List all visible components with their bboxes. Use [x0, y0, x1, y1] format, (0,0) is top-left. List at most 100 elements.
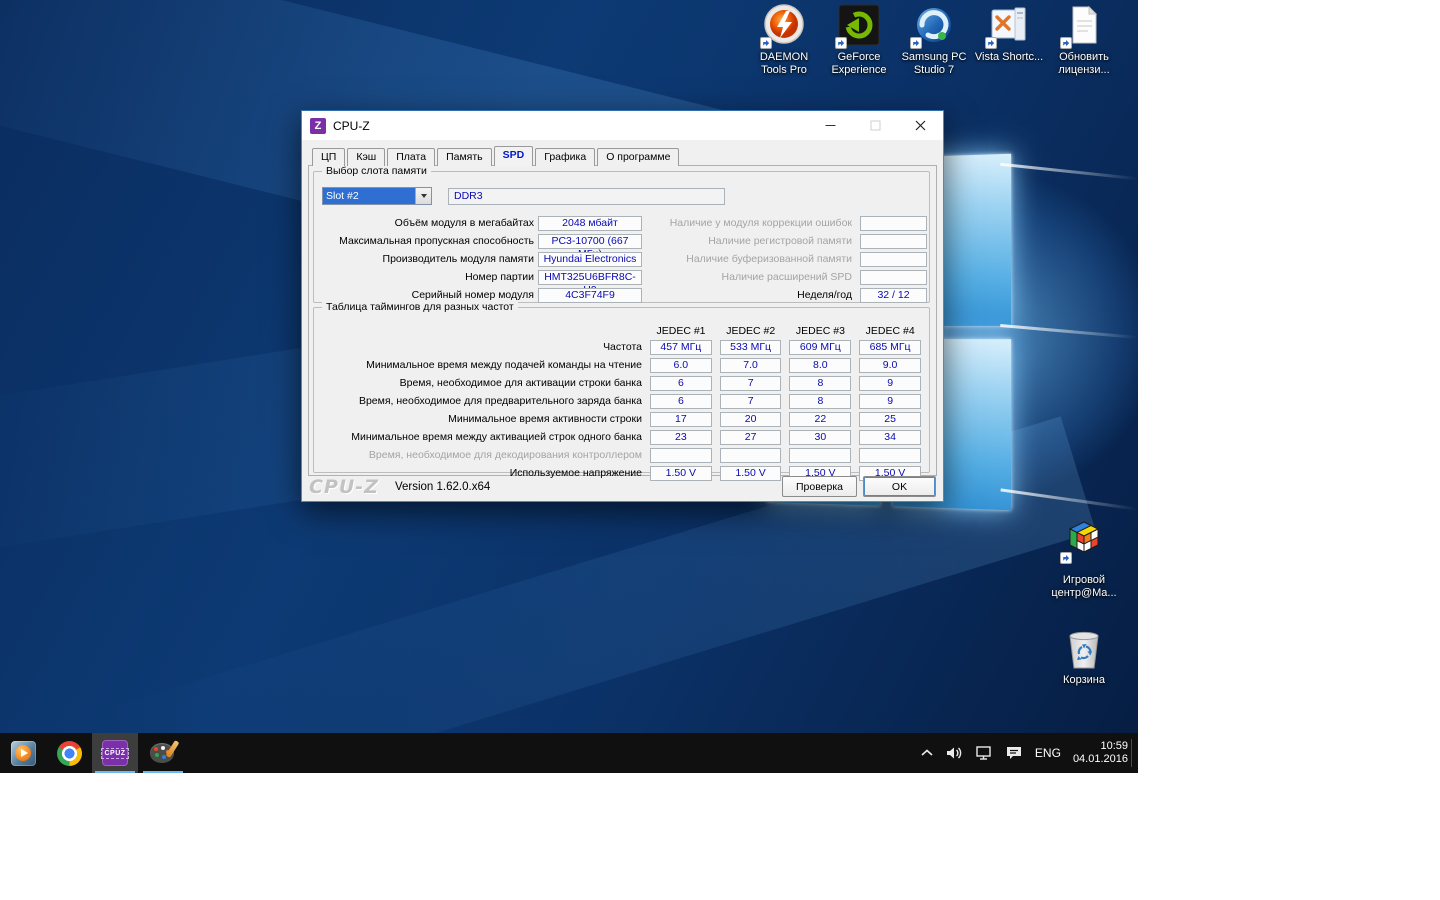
cell: 6	[650, 376, 712, 391]
column-header: JEDEC #3	[790, 325, 852, 337]
timings-groupbox: Таблица таймингов для разных частот JEDE…	[313, 307, 930, 473]
cell: 20	[720, 412, 782, 427]
timings-header-row: JEDEC #1 JEDEC #2 JEDEC #3 JEDEC #4	[322, 324, 921, 338]
module-info-rows: Объём модуля в мегабайтах 2048 мбайт Нал…	[322, 214, 925, 304]
timings-row-rp: Время, необходимое для предварительного …	[322, 392, 921, 410]
desktop-icon-label: GeForce Experience	[822, 51, 896, 77]
timings-row-cr: Время, необходимое для декодирования кон…	[322, 446, 921, 464]
maximize-button	[853, 111, 898, 140]
row-label: Минимальное время между подачей команды …	[322, 359, 642, 371]
network-icon[interactable]	[976, 746, 994, 760]
language-indicator[interactable]: ENG	[1035, 746, 1061, 760]
vista-shortcut-icon	[987, 3, 1031, 47]
taskbar: CPUZ	[0, 733, 1138, 773]
tab-about[interactable]: О программе	[597, 148, 679, 166]
shortcut-arrow-icon	[910, 37, 922, 49]
cell: 22	[789, 412, 851, 427]
desktop-icon-game-center[interactable]: Игровой центр@Ma...	[1040, 520, 1128, 600]
timings-row-rc: Минимальное время между активацией строк…	[322, 428, 921, 446]
tab-spd[interactable]: SPD	[494, 146, 534, 166]
desktop-icon-recycle-bin[interactable]: Корзина	[1047, 626, 1121, 687]
desktop-icon-samsung-pc-studio[interactable]: Samsung PC Studio 7	[897, 3, 971, 77]
desktop-icon-geforce-experience[interactable]: GeForce Experience	[822, 3, 896, 77]
cell-empty	[859, 448, 921, 463]
taskbar-media-player-button[interactable]	[0, 733, 46, 773]
tab-cache[interactable]: Кэш	[347, 148, 385, 166]
ok-button[interactable]: OK	[863, 476, 936, 497]
row-label: Время, необходимое для предварительного …	[322, 395, 642, 407]
cell: 6.0	[650, 358, 712, 373]
taskbar-paint-button[interactable]	[140, 733, 186, 773]
memory-slot-groupbox: Выбор слота памяти Slot #2 DDR3 Объём мо…	[313, 171, 930, 303]
flag-value	[860, 252, 927, 267]
module-row: Объём модуля в мегабайтах 2048 мбайт Нал…	[322, 214, 925, 232]
validate-button[interactable]: Проверка	[782, 476, 857, 497]
cell: 27	[720, 430, 782, 445]
desktop-icon-vista-shortcut[interactable]: Vista Shortc...	[972, 3, 1046, 64]
combobox-dropdown-button[interactable]	[415, 188, 431, 204]
cell: 6	[650, 394, 712, 409]
taskbar-cpuz-button[interactable]: CPUZ	[92, 733, 138, 773]
hidden-icons-chevron-icon[interactable]	[920, 748, 934, 758]
shortcut-arrow-icon	[985, 37, 997, 49]
chevron-down-icon	[421, 194, 427, 198]
module-row: Номер партии HMT325U6BFR8C-H9 Наличие ра…	[322, 268, 925, 286]
close-button[interactable]	[898, 111, 943, 140]
cell-empty	[789, 448, 851, 463]
desktop-icon-label: DAEMON Tools Pro	[747, 51, 821, 77]
version-label: Version 1.62.0.x64	[395, 481, 490, 493]
slot-select-value: Slot #2	[323, 188, 415, 204]
cell: 533 МГц	[720, 340, 782, 355]
desktop-icon-daemon-tools[interactable]: DAEMON Tools Pro	[747, 3, 821, 77]
tray-date: 04.01.2016	[1073, 753, 1128, 766]
module-row: Производитель модуля памяти Hyundai Elec…	[322, 250, 925, 268]
tab-memory[interactable]: Память	[437, 148, 492, 166]
show-desktop-divider[interactable]	[1131, 739, 1132, 767]
slot-select-combobox[interactable]: Slot #2	[322, 187, 432, 205]
taskbar-chrome-button[interactable]	[46, 733, 92, 773]
cell: 457 МГц	[650, 340, 712, 355]
column-header: JEDEC #1	[650, 325, 712, 337]
cpuz-logo: CPU-Z	[309, 476, 379, 498]
row-label: Минимальное время активности строки	[322, 413, 642, 425]
running-indicator	[95, 771, 135, 773]
cell: 17	[650, 412, 712, 427]
samsung-pc-studio-icon	[912, 3, 956, 47]
desktop-icon-label: Samsung PC Studio 7	[897, 51, 971, 77]
recycle-bin-icon	[1062, 626, 1106, 670]
window-title: CPU-Z	[333, 119, 370, 133]
tab-mainboard[interactable]: Плата	[387, 148, 435, 166]
action-center-icon[interactable]	[1006, 746, 1023, 760]
cell: 25	[859, 412, 921, 427]
cell: 8	[789, 376, 851, 391]
cell: 9.0	[859, 358, 921, 373]
cell: 34	[859, 430, 921, 445]
tab-cpu[interactable]: ЦП	[312, 148, 345, 166]
cpuz-app-icon: Z	[310, 118, 326, 134]
flag-value	[860, 234, 927, 249]
manufacturer-value: Hyundai Electronics	[538, 252, 642, 267]
timings-row-cas: Минимальное время между подачей команды …	[322, 356, 921, 374]
week-year-value: 32 / 12	[860, 288, 927, 303]
document-icon	[1062, 3, 1106, 47]
tray-time: 10:59	[1073, 740, 1128, 753]
tab-graphics[interactable]: Графика	[535, 148, 595, 166]
title-bar[interactable]: Z CPU-Z	[302, 111, 943, 140]
timings-row-rcd: Время, необходимое для активации строки …	[322, 374, 921, 392]
clock[interactable]: 10:59 04.01.2016	[1073, 740, 1128, 766]
field-label-disabled: Наличие у модуля коррекции ошибок	[642, 217, 852, 229]
shortcut-arrow-icon	[1060, 552, 1072, 564]
minimize-button[interactable]	[808, 111, 853, 140]
volume-icon[interactable]	[946, 746, 964, 760]
field-label: Максимальная пропускная способность	[322, 235, 534, 247]
desktop-icon-update-license[interactable]: Обновить лицензи...	[1047, 3, 1121, 77]
desktop: DAEMON Tools Pro GeForce Experience	[0, 0, 1138, 773]
paint-icon	[150, 741, 176, 765]
row-label-disabled: Время, необходимое для декодирования кон…	[322, 449, 642, 461]
cell: 8.0	[789, 358, 851, 373]
cell: 7	[720, 376, 782, 391]
media-player-icon	[11, 741, 36, 766]
flag-value	[860, 216, 927, 231]
module-size-value: 2048 мбайт	[538, 216, 642, 231]
cell: 9	[859, 394, 921, 409]
